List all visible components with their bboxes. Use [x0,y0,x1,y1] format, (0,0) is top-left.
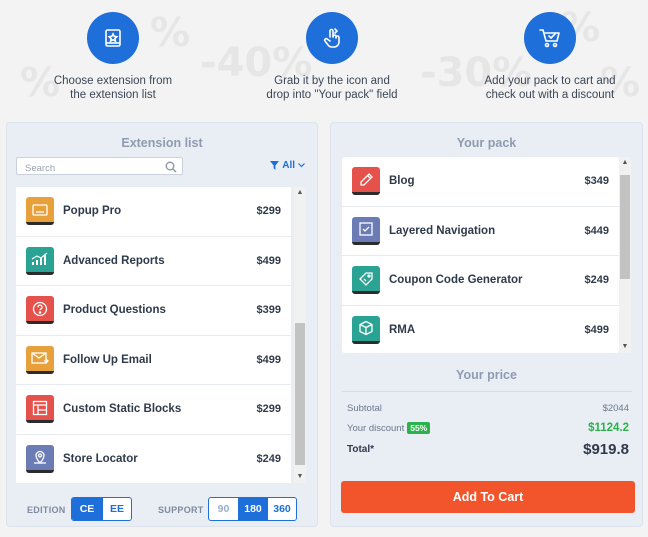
list-item[interactable]: Custom Static Blocks $299 [16,385,291,435]
subtotal-value: $2044 [602,403,629,414]
subtotal-label: Subtotal [347,403,382,414]
item-name: Product Questions [63,304,166,317]
item-price: $299 [256,205,281,218]
item-name: Layered Navigation [389,224,496,237]
step-text-line: Choose extension from [53,75,173,87]
your-price-title: Your price [456,368,517,382]
blocks-icon[interactable] [26,395,54,424]
support-label: SUPPORT [158,505,204,515]
item-name: RMA [389,323,416,336]
email-icon[interactable] [26,345,54,374]
search-icon[interactable] [165,160,177,178]
search-field[interactable] [16,157,183,178]
your-pack-scrollbar[interactable]: ▲ ▼ [619,157,631,353]
edition-label: EDITION [27,505,66,515]
tag-icon[interactable] [352,266,380,295]
item-name: Custom Static Blocks [63,403,182,416]
subtotal-row: Subtotal $2044 [347,403,629,414]
question-icon[interactable] [26,296,54,325]
pack-item[interactable]: Coupon Code Generator $249 [342,256,619,306]
popup-icon[interactable] [26,197,54,226]
total-row: Total* $919.8 [347,441,629,458]
discount-label: Your discount [347,423,405,434]
scroll-up-arrow[interactable]: ▲ [294,187,306,199]
filter-icon [270,161,280,170]
steps-header: Choose extension from the extension list… [0,0,648,115]
pack-item[interactable]: RMA $499 [342,306,619,354]
item-price: $499 [256,353,281,366]
your-pack-list: Blog $349 Layered Navigation $449 Coupon… [342,157,619,353]
item-name: Follow Up Email [63,353,152,366]
price-divider [342,391,632,392]
scroll-down-arrow[interactable]: ▼ [294,471,306,483]
step-cart: Add your pack to cart and check out with… [450,12,648,102]
filter-label: All [282,160,295,171]
chevron-down-icon [298,163,305,168]
discount-badge: 55% [407,422,431,434]
step-text-line: drop into "Your pack" field [266,89,398,101]
chart-icon[interactable] [26,246,54,275]
extension-list: Popup Pro $299 Advanced Reports $499 Pro… [16,187,291,483]
step-text-line: check out with a discount [485,89,615,101]
support-90-button[interactable]: 90 [209,498,238,520]
edition-ee-button[interactable]: EE [102,498,131,520]
item-name: Store Locator [63,452,138,465]
extension-list-panel: Extension list All Popup Pro $299 Advanc… [6,122,318,527]
item-name: Popup Pro [63,205,122,218]
edition-ce-button[interactable]: CE [72,498,102,520]
hand-drag-icon [306,12,358,64]
discount-row: Your discount 55% $1124.2 [347,422,629,434]
total-value: $919.8 [583,441,629,458]
list-item[interactable]: Popup Pro $299 [16,187,291,237]
item-price: $249 [256,452,281,465]
your-pack-title: Your pack [456,136,517,150]
map-pin-icon[interactable] [26,444,54,473]
list-item[interactable]: Follow Up Email $499 [16,336,291,385]
item-price: $399 [256,304,281,317]
extension-list-title: Extension list [121,136,203,150]
item-price: $499 [256,254,281,267]
item-name: Advanced Reports [63,254,165,267]
add-to-cart-button[interactable]: Add To Cart [341,481,635,513]
scroll-down-arrow[interactable]: ▼ [619,341,631,353]
pencil-icon[interactable] [352,167,380,196]
discount-value: $1124.2 [588,422,629,434]
support-180-button[interactable]: 180 [238,498,267,520]
scroll-up-arrow[interactable]: ▲ [619,157,631,169]
total-label: Total* [347,444,375,455]
support-360-button[interactable]: 360 [267,498,296,520]
list-item[interactable]: Product Questions $399 [16,286,291,336]
item-name: Blog [389,175,415,188]
scroll-thumb[interactable] [620,175,630,279]
step-text-line: the extension list [70,89,156,101]
item-price: $249 [584,274,609,287]
item-price: $349 [584,175,609,188]
step-choose: Choose extension from the extension list [13,12,213,102]
filter-dropdown[interactable]: All [270,160,305,171]
support-toggle: 90 180 360 [208,497,297,521]
step-text-line: Grab it by the icon and [274,75,390,87]
list-item[interactable]: Advanced Reports $499 [16,237,291,286]
pack-item[interactable]: Blog $349 [342,157,619,207]
box-icon [87,12,139,64]
checkbox-icon[interactable] [352,216,380,245]
box-return-icon[interactable] [352,315,380,344]
scroll-thumb[interactable] [295,323,305,465]
your-pack-panel: Your pack Blog $349 Layered Navigation $… [330,122,643,527]
search-input[interactable] [17,160,157,177]
item-price: $499 [584,323,609,336]
cart-icon [524,12,576,64]
extension-list-scrollbar[interactable]: ▲ ▼ [294,187,306,483]
edition-toggle: CE EE [71,497,132,521]
item-price: $449 [584,224,609,237]
pack-item[interactable]: Layered Navigation $449 [342,207,619,256]
list-item[interactable]: Store Locator $249 [16,435,291,484]
step-text-line: Add your pack to cart and [484,75,616,87]
item-price: $299 [256,403,281,416]
step-grab: Grab it by the icon and drop into "Your … [232,12,432,102]
item-name: Coupon Code Generator [389,274,523,287]
